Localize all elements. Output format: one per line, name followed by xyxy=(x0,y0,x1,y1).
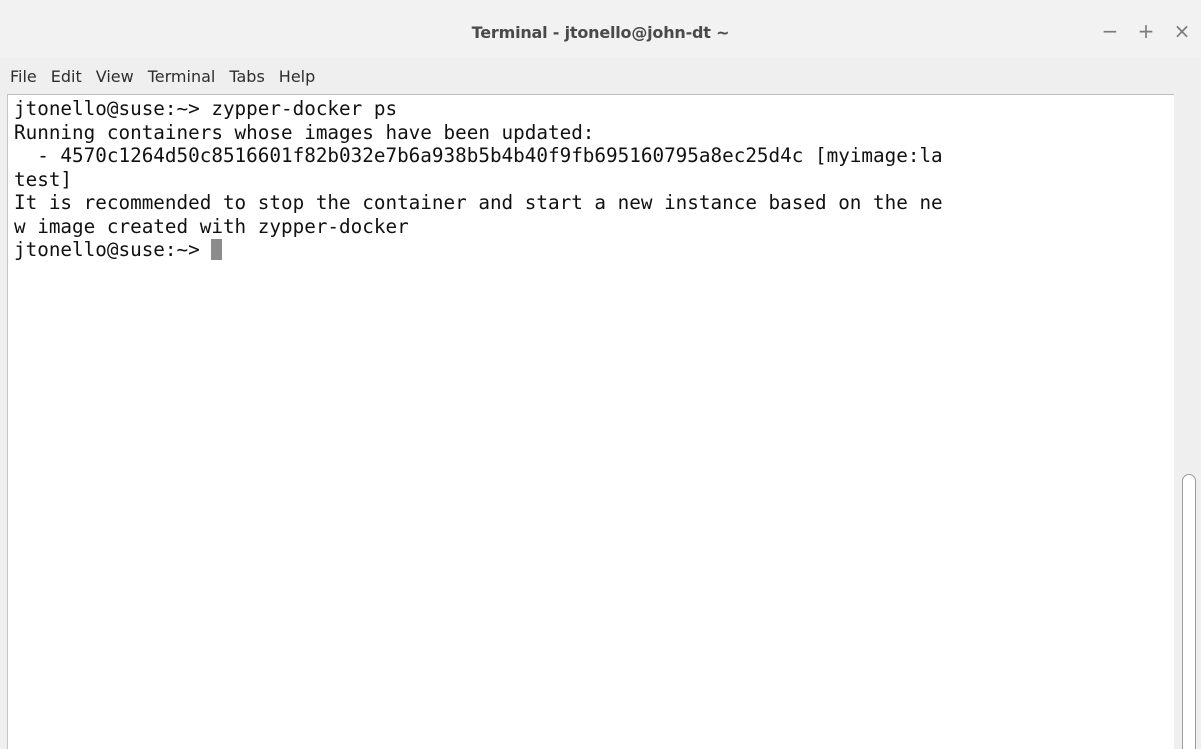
prompt-line: jtonello@suse:~> xyxy=(14,238,1174,262)
scrollbar-thumb[interactable] xyxy=(1182,474,1196,749)
menu-view[interactable]: View xyxy=(96,67,134,86)
text-cursor xyxy=(211,239,223,260)
menu-file[interactable]: File xyxy=(10,67,37,86)
menu-bar: File Edit View Terminal Tabs Help xyxy=(0,58,1201,94)
window-controls: − + × xyxy=(1101,20,1191,42)
prompt-text: jtonello@suse:~> xyxy=(14,238,212,261)
terminal-line: Running containers whose images have bee… xyxy=(14,120,595,144)
terminal-line: - 4570c1264d50c8516601f82b032e7b6a938b5b… xyxy=(14,144,943,167)
window-title: Terminal - jtonello@john-dt ~ xyxy=(471,23,730,42)
menu-terminal[interactable]: Terminal xyxy=(148,67,216,86)
menu-edit[interactable]: Edit xyxy=(51,67,82,86)
maximize-button[interactable]: + xyxy=(1137,20,1155,42)
terminal-output-area[interactable]: jtonello@suse:~> zypper-docker ps Running… xyxy=(7,94,1174,749)
minimize-button[interactable]: − xyxy=(1101,20,1119,42)
menu-help[interactable]: Help xyxy=(279,67,315,86)
close-button[interactable]: × xyxy=(1173,20,1191,42)
terminal-line: test] xyxy=(14,167,73,191)
terminal-line: jtonello@suse:~> zypper-docker ps xyxy=(14,97,398,120)
vertical-scrollbar[interactable] xyxy=(1174,94,1201,749)
terminal-window: Terminal - jtonello@john-dt ~ − + × File… xyxy=(0,0,1201,749)
menu-tabs[interactable]: Tabs xyxy=(229,67,264,86)
terminal-text: jtonello@suse:~> zypper-docker ps Running… xyxy=(14,97,1174,262)
terminal-line: It is recommended to stop the container … xyxy=(14,191,943,214)
terminal-line: w image created with zypper-docker xyxy=(14,214,409,238)
title-bar[interactable]: Terminal - jtonello@john-dt ~ − + × xyxy=(0,0,1201,58)
